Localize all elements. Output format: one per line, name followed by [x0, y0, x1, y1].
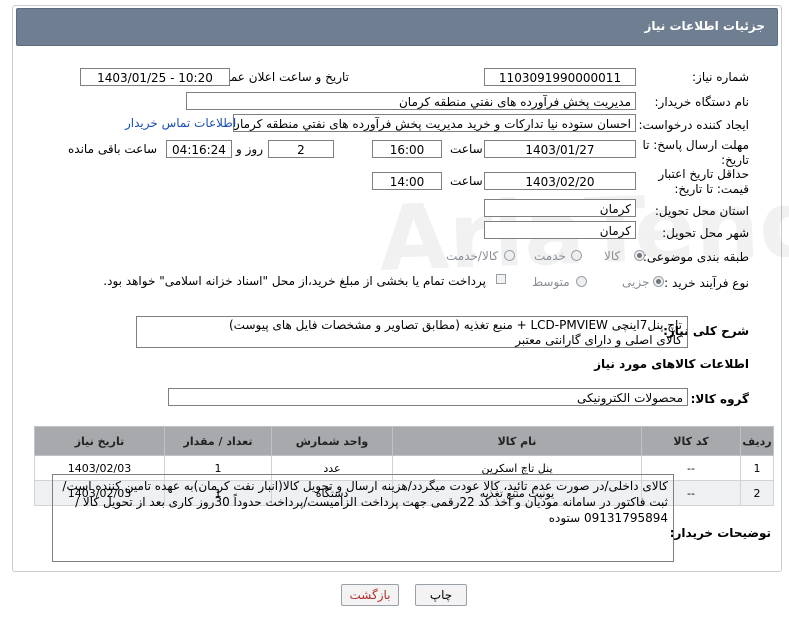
category-service-label: خدمت: [534, 249, 566, 263]
panel-title: جزئیات اطلاعات نیاز: [644, 19, 765, 33]
process-minor-radio[interactable]: [653, 276, 664, 287]
remaining-time-field: 04:16:24: [166, 140, 232, 158]
city-label: شهر محل تحویل:: [662, 226, 749, 240]
reply-time-field: 16:00: [372, 140, 442, 158]
need-number-label: شماره نیاز:: [692, 70, 749, 84]
process-medium-label: متوسط: [532, 275, 570, 289]
requester-label: ایجاد کننده درخواست:: [638, 118, 749, 132]
province-field: کرمان: [484, 199, 636, 217]
general-desc-field: تاچ پنل7اینچی LCD-PMVIEW + منبع تغذیه (م…: [136, 316, 688, 348]
col-quantity: تعداد / مقدار: [164, 426, 272, 456]
category-goods-service-label: کالا/خدمت: [446, 249, 499, 263]
validity-date-field: 1403/02/20: [484, 172, 636, 190]
cell-row: 2: [740, 480, 774, 506]
col-need-date: تاریخ نیاز: [34, 426, 165, 456]
province-label: استان محل تحویل:: [654, 204, 749, 218]
city-field: کرمان: [484, 221, 636, 239]
goods-group-field: محصولات الکترونیکی: [168, 388, 688, 406]
days-field: 2: [268, 140, 334, 158]
remaining-label: ساعت باقی مانده: [68, 142, 158, 156]
col-unit: واحد شمارش: [271, 426, 393, 456]
col-row: ردیف: [740, 426, 774, 456]
goods-group-label: گروه کالا:: [690, 392, 749, 406]
buyer-org-field: مدیریت پخش فرآورده های نفتي منطقه کرمان: [186, 92, 636, 110]
validity-hour-label: ساعت: [450, 174, 483, 188]
day-and-label: روز و: [236, 142, 263, 156]
reply-date-field: 1403/01/27: [484, 140, 636, 158]
category-goods-label: کالا: [604, 249, 621, 263]
col-code: کد کالا: [641, 426, 741, 456]
general-desc-line-1: تاچ پنل7اینچی LCD-PMVIEW + منبع تغذیه (م…: [228, 318, 682, 332]
announce-datetime-field: 1403/01/25 - 10:20: [80, 68, 230, 86]
process-medium-radio[interactable]: [576, 276, 587, 287]
validity-time-field: 14:00: [372, 172, 442, 190]
process-minor-label: جزیی: [622, 275, 650, 289]
goods-table-header: ردیف کد کالا نام کالا واحد شمارش تعداد /…: [34, 426, 774, 456]
payment-note: پرداخت تمام یا بخشی از مبلغ خرید،از محل …: [103, 274, 486, 288]
reply-deadline-label: مهلت ارسال پاسخ: تا تاریخ:: [642, 138, 749, 167]
need-number-field: 1103091990000011: [484, 68, 636, 86]
treasury-payment-checkbox[interactable]: [496, 274, 506, 284]
process-type-label: نوع فرآیند خرید :: [664, 276, 749, 290]
reply-hour-label: ساعت: [450, 142, 483, 156]
back-button[interactable]: بازگشت: [341, 584, 399, 606]
col-name: نام کالا: [392, 426, 642, 456]
buyer-contact-link[interactable]: اطلاعات تماس خریدار: [125, 116, 236, 130]
goods-info-title: اطلاعات کالاهای مورد نیاز: [594, 357, 749, 371]
category-goods-service-radio[interactable]: [504, 250, 515, 261]
cell-row: 1: [740, 455, 774, 481]
buyer-org-label: نام دستگاه خریدار:: [654, 95, 750, 109]
print-button[interactable]: چاپ: [415, 584, 467, 606]
category-service-radio[interactable]: [571, 250, 582, 261]
category-label: طبقه بندی موضوعی:: [642, 250, 749, 264]
general-desc-line-2: کالای اصلی و دارای گارانتی معتبر: [515, 333, 682, 347]
buyer-notes-field: کالای داخلی/در صورت عدم تائید، کالا عودت…: [52, 474, 674, 562]
price-validity-label: حداقل تاریخ اعتبار قیمت: تا تاریخ:: [658, 167, 749, 196]
buyer-notes-label: توضیحات خریدار:: [669, 526, 771, 540]
panel-header: جزئیات اطلاعات نیاز: [16, 8, 778, 46]
requester-field: احسان ستوده نیا تدارکات و خرید مدیریت پخ…: [233, 114, 636, 132]
category-goods-radio[interactable]: [634, 250, 645, 261]
